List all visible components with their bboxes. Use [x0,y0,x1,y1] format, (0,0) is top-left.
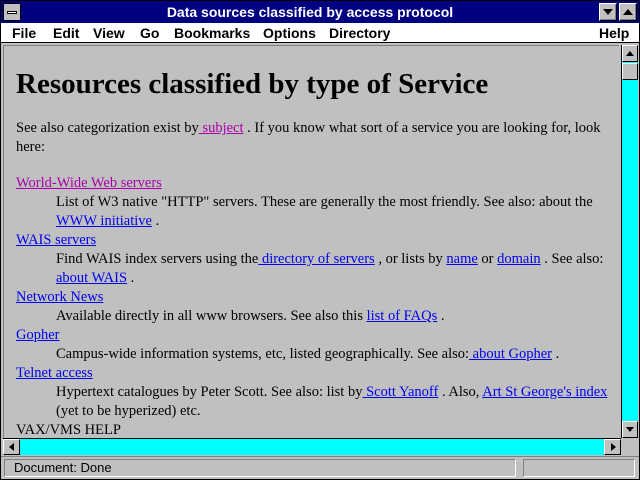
description-text: Campus-wide information systems, etc, li… [56,346,470,362]
scroll-left-button[interactable] [3,439,20,455]
intro-paragraph: See also categorization exist by subject… [16,119,616,157]
description-text: Available directly in all www browsers. … [56,308,367,324]
scroll-down-button[interactable] [622,421,638,438]
list-item: Gopher [16,326,616,345]
list-item: World-Wide Web servers [16,174,616,193]
description-text: (yet to be hyperized) etc. [56,403,201,419]
document-view[interactable]: Resources classified by type of Service … [3,45,619,438]
www-servers-link[interactable]: World-Wide Web servers [16,175,162,191]
maximize-button[interactable] [619,3,637,21]
status-bar: Document: Done [1,456,639,479]
www-initiative-link[interactable]: WWW initiative [56,213,152,229]
intro-text-before: See also categorization exist by [16,120,199,136]
description-text: Find WAIS index servers using the [56,251,259,267]
page-heading: Resources classified by type of Service [16,68,489,100]
list-item-description: Campus-wide information systems, etc, li… [56,345,616,364]
menu-bar: File Edit View Go Bookmarks Options Dire… [1,23,639,43]
list-item: VAX/VMS HELP [16,422,121,438]
description-text: . [437,308,445,324]
wais-servers-link[interactable]: WAIS servers [16,232,96,248]
description-text: . See also: [540,251,604,267]
gopher-link[interactable]: Gopher [16,327,60,343]
about-wais-link[interactable]: about WAIS [56,270,127,286]
scott-yanoff-link[interactable]: Scott Yanoff [362,384,438,400]
name-link[interactable]: name [446,251,477,267]
window-title: Data sources classified by access protoc… [166,4,454,20]
list-item: Telnet access [16,364,616,383]
horizontal-scrollbar[interactable] [3,438,621,455]
about-gopher-link[interactable]: about Gopher [469,346,552,362]
title-bar[interactable]: Data sources classified by access protoc… [1,1,639,23]
domain-link[interactable]: domain [497,251,541,267]
list-item-description: Hypertext catalogues by Peter Scott. See… [56,383,616,421]
subject-link[interactable]: subject [199,120,243,136]
description-text: . [551,346,560,362]
system-menu-button[interactable] [3,3,21,21]
arrow-right-icon [611,443,616,451]
description-text: . [127,270,135,286]
menu-edit[interactable]: Edit [53,24,79,42]
menu-file[interactable]: File [12,24,36,42]
menu-help[interactable]: Help [599,24,629,42]
description-text: Hypertext catalogues by Peter Scott. See… [56,384,363,400]
description-text: . Also, [438,384,483,400]
status-text: Document: Done [4,459,516,477]
vertical-scroll-thumb[interactable] [622,63,638,80]
list-item-description: List of W3 native "HTTP" servers. These … [56,193,616,231]
scroll-up-button[interactable] [622,45,638,62]
menu-options[interactable]: Options [263,24,316,42]
description-text: . [151,213,160,229]
network-news-link[interactable]: Network News [16,289,103,305]
directory-of-servers-link[interactable]: directory of servers [258,251,375,267]
vertical-scrollbar[interactable] [621,45,638,438]
list-of-faqs-link[interactable]: list of FAQs [367,308,438,324]
description-text: or [477,251,498,267]
arrow-up-icon [626,51,634,56]
telnet-access-link[interactable]: Telnet access [16,365,93,381]
service-list: World-Wide Web servers List of W3 native… [16,174,616,438]
arrow-left-icon [9,443,14,451]
description-text: , or lists by [374,251,447,267]
menu-bookmarks[interactable]: Bookmarks [174,24,250,42]
arrow-down-icon [626,427,634,432]
minimize-icon [603,9,613,15]
document-body: Resources classified by type of Service … [16,56,616,438]
art-st-georges-index-link[interactable]: Art St George's index [482,384,607,400]
scrollbar-corner [621,438,638,455]
system-menu-icon [7,11,17,14]
scroll-right-button[interactable] [604,439,621,455]
menu-directory[interactable]: Directory [329,24,390,42]
menu-view[interactable]: View [93,24,125,42]
browser-window: Data sources classified by access protoc… [0,0,640,480]
list-item-description: Find WAIS index servers using the direct… [56,250,616,288]
description-text: List of W3 native "HTTP" servers. These … [56,194,593,210]
list-item: Network News [16,288,616,307]
minimize-button[interactable] [599,3,617,21]
list-item: WAIS servers [16,231,616,250]
menu-go[interactable]: Go [140,24,159,42]
progress-indicator [523,459,635,477]
maximize-icon [623,9,633,15]
list-item-description: Available directly in all www browsers. … [56,307,616,326]
